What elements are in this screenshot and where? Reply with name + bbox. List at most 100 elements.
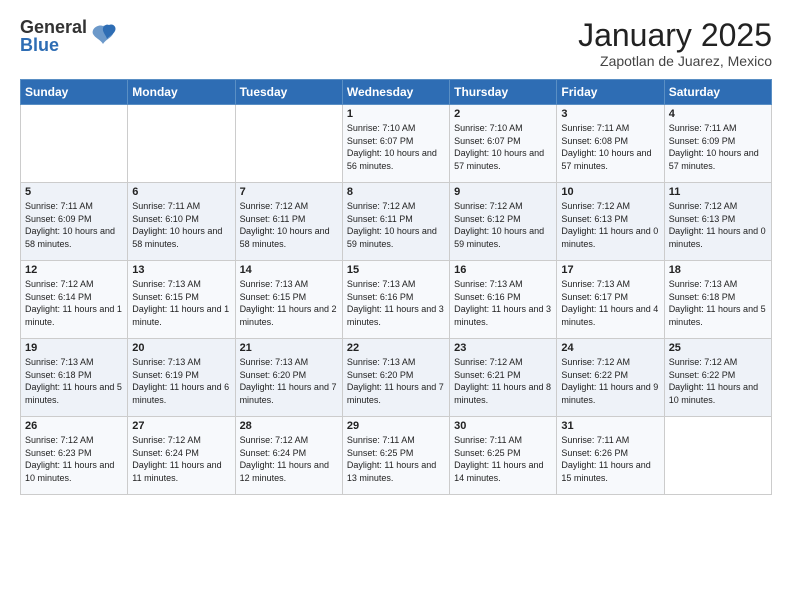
day-info: Sunrise: 7:11 AM Sunset: 6:09 PM Dayligh…	[25, 200, 123, 250]
week-row: 19 Sunrise: 7:13 AM Sunset: 6:18 PM Dayli…	[21, 339, 772, 417]
header: General Blue January 2025 Zapotlan de Ju…	[20, 18, 772, 69]
calendar-cell: 18 Sunrise: 7:13 AM Sunset: 6:18 PM Dayli…	[664, 261, 771, 339]
week-row: 5 Sunrise: 7:11 AM Sunset: 6:09 PM Daylig…	[21, 183, 772, 261]
day-number: 16	[454, 264, 552, 276]
day-number: 4	[669, 108, 767, 120]
logo-blue: Blue	[20, 36, 87, 54]
day-header-saturday: Saturday	[664, 80, 771, 105]
calendar-cell: 5 Sunrise: 7:11 AM Sunset: 6:09 PM Daylig…	[21, 183, 128, 261]
calendar-cell: 3Sunrise: 7:11 AM Sunset: 6:08 PM Daylig…	[557, 105, 664, 183]
day-header-sunday: Sunday	[21, 80, 128, 105]
day-number: 30	[454, 420, 552, 432]
day-info: Sunrise: 7:12 AM Sunset: 6:24 PM Dayligh…	[132, 434, 230, 484]
day-info: Sunrise: 7:13 AM Sunset: 6:18 PM Dayligh…	[669, 278, 767, 328]
day-info: Sunrise: 7:12 AM Sunset: 6:12 PM Dayligh…	[454, 200, 552, 250]
day-info: Sunrise: 7:12 AM Sunset: 6:22 PM Dayligh…	[561, 356, 659, 406]
day-number: 12	[25, 264, 123, 276]
calendar-cell: 26 Sunrise: 7:12 AM Sunset: 6:23 PM Dayli…	[21, 417, 128, 495]
day-info: Sunrise: 7:12 AM Sunset: 6:24 PM Dayligh…	[240, 434, 338, 484]
day-number: 27	[132, 420, 230, 432]
day-number: 8	[347, 186, 445, 198]
day-number: 26	[25, 420, 123, 432]
day-info: Sunrise: 7:10 AM Sunset: 6:07 PM Dayligh…	[347, 122, 445, 172]
logo-bird-icon	[89, 22, 117, 50]
calendar-cell: 8 Sunrise: 7:12 AM Sunset: 6:11 PM Daylig…	[342, 183, 449, 261]
day-number: 9	[454, 186, 552, 198]
calendar-cell	[128, 105, 235, 183]
day-number: 31	[561, 420, 659, 432]
day-number: 7	[240, 186, 338, 198]
day-info: Sunrise: 7:11 AM Sunset: 6:09 PM Dayligh…	[669, 122, 767, 172]
calendar-cell: 29 Sunrise: 7:11 AM Sunset: 6:25 PM Dayli…	[342, 417, 449, 495]
day-info: Sunrise: 7:11 AM Sunset: 6:26 PM Dayligh…	[561, 434, 659, 484]
week-row: 1 Sunrise: 7:10 AM Sunset: 6:07 PM Daylig…	[21, 105, 772, 183]
day-info: Sunrise: 7:13 AM Sunset: 6:15 PM Dayligh…	[240, 278, 338, 328]
calendar-cell: 12 Sunrise: 7:12 AM Sunset: 6:14 PM Dayli…	[21, 261, 128, 339]
day-info: Sunrise: 7:12 AM Sunset: 6:23 PM Dayligh…	[25, 434, 123, 484]
day-info: Sunrise: 7:13 AM Sunset: 6:16 PM Dayligh…	[347, 278, 445, 328]
logo: General Blue	[20, 18, 117, 54]
day-header-friday: Friday	[557, 80, 664, 105]
calendar-cell: 17Sunrise: 7:13 AM Sunset: 6:17 PM Dayli…	[557, 261, 664, 339]
day-number: 6	[132, 186, 230, 198]
day-info: Sunrise: 7:12 AM Sunset: 6:11 PM Dayligh…	[347, 200, 445, 250]
day-info: Sunrise: 7:11 AM Sunset: 6:08 PM Dayligh…	[561, 122, 659, 172]
title-area: January 2025 Zapotlan de Juarez, Mexico	[578, 18, 772, 69]
calendar-cell: 13Sunrise: 7:13 AM Sunset: 6:15 PM Dayli…	[128, 261, 235, 339]
calendar-cell: 22 Sunrise: 7:13 AM Sunset: 6:20 PM Dayli…	[342, 339, 449, 417]
calendar-cell	[664, 417, 771, 495]
day-info: Sunrise: 7:11 AM Sunset: 6:10 PM Dayligh…	[132, 200, 230, 250]
month-title: January 2025	[578, 18, 772, 53]
day-number: 18	[669, 264, 767, 276]
day-number: 21	[240, 342, 338, 354]
calendar-cell: 19 Sunrise: 7:13 AM Sunset: 6:18 PM Dayli…	[21, 339, 128, 417]
day-number: 1	[347, 108, 445, 120]
calendar-header: SundayMondayTuesdayWednesdayThursdayFrid…	[21, 80, 772, 105]
day-header-wednesday: Wednesday	[342, 80, 449, 105]
day-info: Sunrise: 7:13 AM Sunset: 6:17 PM Dayligh…	[561, 278, 659, 328]
day-info: Sunrise: 7:13 AM Sunset: 6:16 PM Dayligh…	[454, 278, 552, 328]
calendar-cell: 23Sunrise: 7:12 AM Sunset: 6:21 PM Dayli…	[450, 339, 557, 417]
day-info: Sunrise: 7:13 AM Sunset: 6:20 PM Dayligh…	[347, 356, 445, 406]
day-number: 13	[132, 264, 230, 276]
calendar-cell: 27 Sunrise: 7:12 AM Sunset: 6:24 PM Dayli…	[128, 417, 235, 495]
day-info: Sunrise: 7:12 AM Sunset: 6:14 PM Dayligh…	[25, 278, 123, 328]
day-number: 25	[669, 342, 767, 354]
day-number: 23	[454, 342, 552, 354]
day-number: 5	[25, 186, 123, 198]
day-number: 15	[347, 264, 445, 276]
day-number: 28	[240, 420, 338, 432]
calendar-cell: 1 Sunrise: 7:10 AM Sunset: 6:07 PM Daylig…	[342, 105, 449, 183]
day-number: 19	[25, 342, 123, 354]
day-header-thursday: Thursday	[450, 80, 557, 105]
week-row: 26 Sunrise: 7:12 AM Sunset: 6:23 PM Dayli…	[21, 417, 772, 495]
calendar-cell: 10Sunrise: 7:12 AM Sunset: 6:13 PM Dayli…	[557, 183, 664, 261]
day-info: Sunrise: 7:13 AM Sunset: 6:19 PM Dayligh…	[132, 356, 230, 406]
day-info: Sunrise: 7:12 AM Sunset: 6:11 PM Dayligh…	[240, 200, 338, 250]
day-info: Sunrise: 7:12 AM Sunset: 6:22 PM Dayligh…	[669, 356, 767, 406]
day-number: 2	[454, 108, 552, 120]
calendar-cell: 6 Sunrise: 7:11 AM Sunset: 6:10 PM Daylig…	[128, 183, 235, 261]
calendar-cell: 20 Sunrise: 7:13 AM Sunset: 6:19 PM Dayli…	[128, 339, 235, 417]
calendar-cell: 7 Sunrise: 7:12 AM Sunset: 6:11 PM Daylig…	[235, 183, 342, 261]
day-number: 29	[347, 420, 445, 432]
calendar-cell: 16 Sunrise: 7:13 AM Sunset: 6:16 PM Dayli…	[450, 261, 557, 339]
calendar-cell: 4 Sunrise: 7:11 AM Sunset: 6:09 PM Daylig…	[664, 105, 771, 183]
calendar-cell	[21, 105, 128, 183]
page: General Blue January 2025 Zapotlan de Ju…	[0, 0, 792, 612]
day-info: Sunrise: 7:10 AM Sunset: 6:07 PM Dayligh…	[454, 122, 552, 172]
calendar-cell: 24Sunrise: 7:12 AM Sunset: 6:22 PM Dayli…	[557, 339, 664, 417]
day-info: Sunrise: 7:13 AM Sunset: 6:18 PM Dayligh…	[25, 356, 123, 406]
day-number: 20	[132, 342, 230, 354]
day-number: 14	[240, 264, 338, 276]
subtitle: Zapotlan de Juarez, Mexico	[578, 53, 772, 69]
calendar-cell: 9 Sunrise: 7:12 AM Sunset: 6:12 PM Daylig…	[450, 183, 557, 261]
day-info: Sunrise: 7:12 AM Sunset: 6:13 PM Dayligh…	[561, 200, 659, 250]
day-info: Sunrise: 7:11 AM Sunset: 6:25 PM Dayligh…	[347, 434, 445, 484]
day-info: Sunrise: 7:12 AM Sunset: 6:13 PM Dayligh…	[669, 200, 767, 250]
day-number: 22	[347, 342, 445, 354]
day-info: Sunrise: 7:13 AM Sunset: 6:20 PM Dayligh…	[240, 356, 338, 406]
calendar-cell: 28 Sunrise: 7:12 AM Sunset: 6:24 PM Dayli…	[235, 417, 342, 495]
calendar-cell: 14 Sunrise: 7:13 AM Sunset: 6:15 PM Dayli…	[235, 261, 342, 339]
calendar: SundayMondayTuesdayWednesdayThursdayFrid…	[20, 79, 772, 495]
